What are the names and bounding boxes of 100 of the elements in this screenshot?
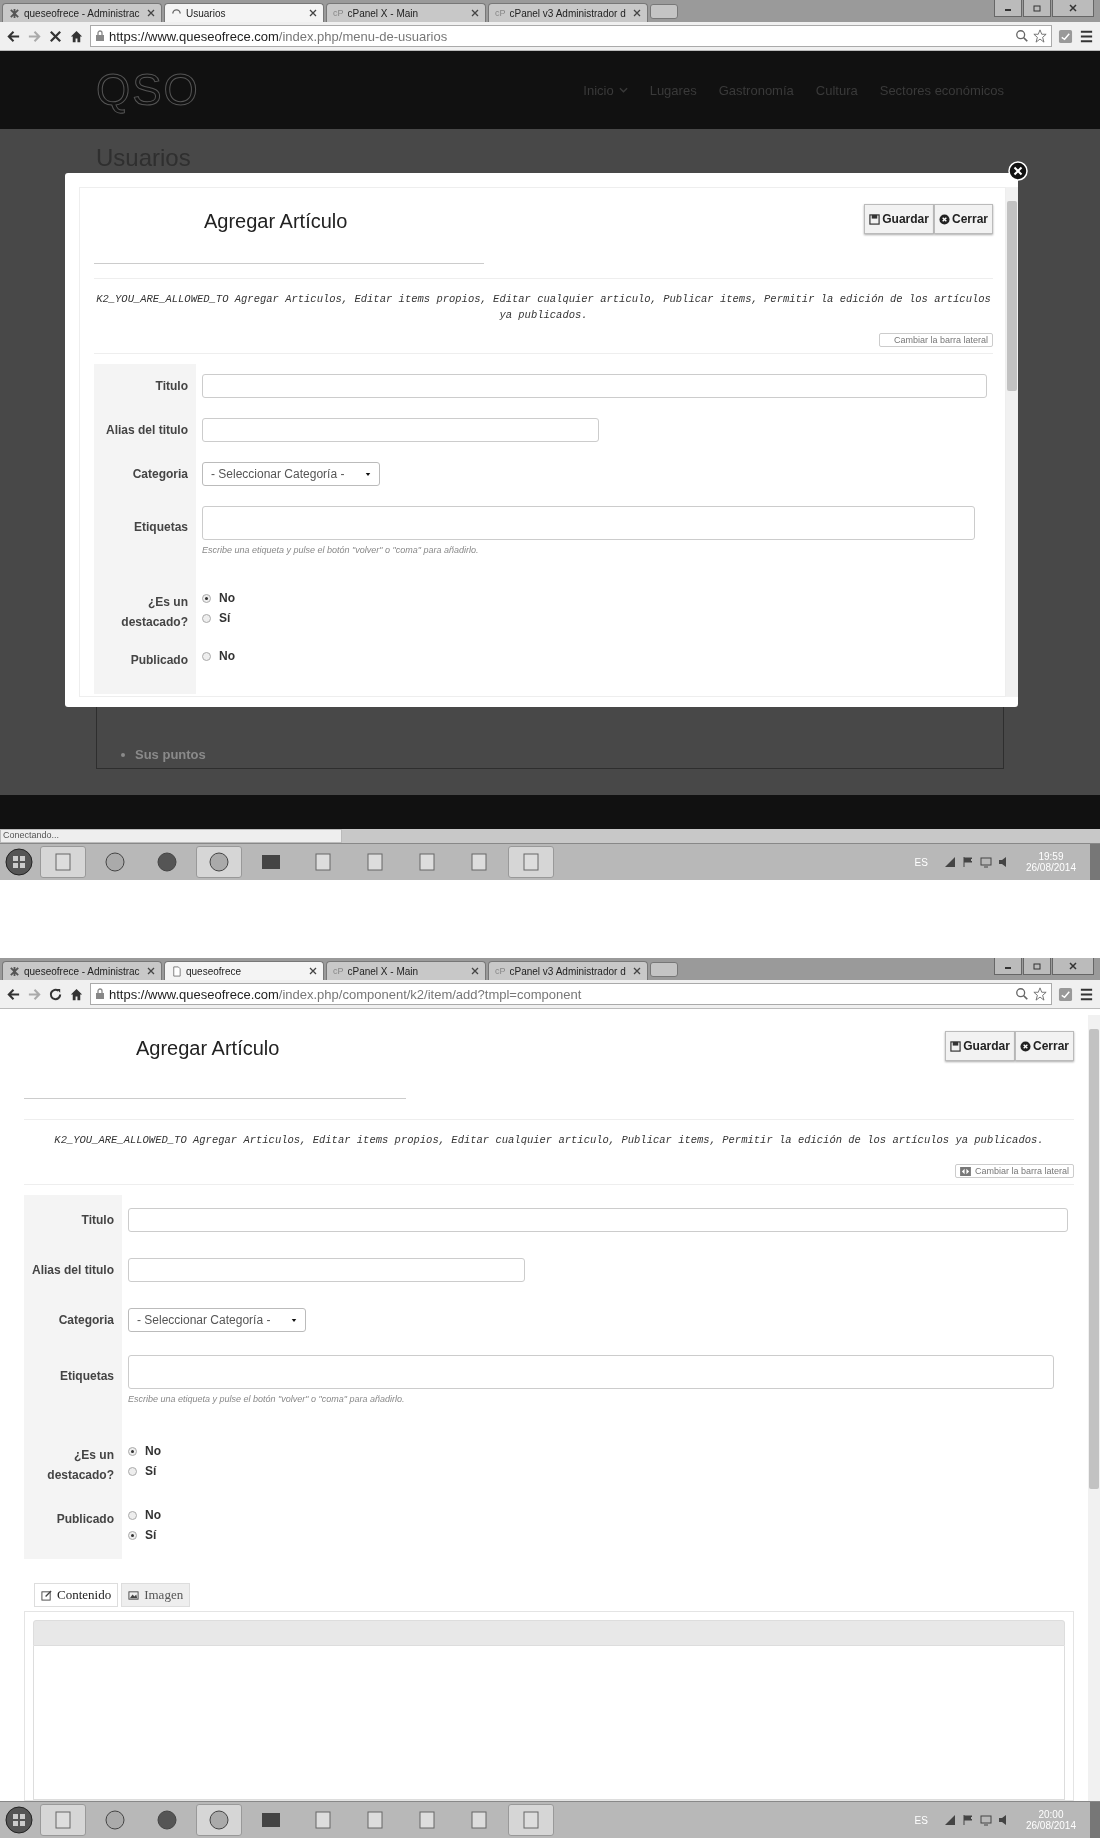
- browser-tab[interactable]: cP cPanel X - Main: [326, 961, 486, 980]
- flag-icon[interactable]: [961, 856, 974, 868]
- toolbar-button[interactable]: Guardar: [864, 204, 934, 234]
- app-icon[interactable]: [508, 846, 554, 878]
- globe-icon[interactable]: [196, 1804, 242, 1836]
- editor-tab[interactable]: Imagen: [121, 1583, 191, 1607]
- tags-field[interactable]: [202, 506, 976, 540]
- globe-icon[interactable]: [196, 846, 242, 878]
- restore-button[interactable]: [1023, 0, 1051, 17]
- status-text: Conectando...: [0, 829, 342, 843]
- minimize-button[interactable]: [994, 958, 1022, 975]
- toolbar-button[interactable]: Cerrar: [1014, 1031, 1074, 1061]
- favicon-text: cP: [333, 8, 344, 18]
- new-tab-button[interactable]: [650, 4, 678, 19]
- text-field[interactable]: [202, 418, 599, 442]
- permissions-notice: K2_YOU_ARE_ALLOWED_TO Agregar Articulos, Editar items propios, Editar cualquier articulo, Publicar items, Permitir la edición de los artículos ya publicados.: [24, 1119, 1074, 1148]
- network-icon[interactable]: [979, 856, 992, 868]
- favicon-text: cP: [495, 8, 506, 18]
- radio-option[interactable]: Sí: [128, 1463, 1068, 1479]
- menu-icon[interactable]: [1079, 986, 1094, 1002]
- list-item: Sus puntos: [135, 747, 206, 762]
- back-icon[interactable]: [6, 986, 21, 1002]
- tags-field[interactable]: [128, 1355, 1054, 1389]
- browser-tab[interactable]: queseofrece - Administrac: [2, 3, 162, 22]
- browser-tab[interactable]: Usuarios: [164, 3, 324, 22]
- start-button-icon[interactable]: [4, 847, 34, 877]
- field-label: Alias del titulo: [32, 1263, 114, 1277]
- close-icon: [1068, 962, 1078, 970]
- editor-tab[interactable]: Contenido: [34, 1583, 119, 1607]
- radio-option[interactable]: No: [128, 1443, 1068, 1459]
- zoom-icon[interactable]: [1015, 29, 1029, 43]
- radio-option[interactable]: Sí: [128, 1527, 1068, 1543]
- extension-icon[interactable]: [1058, 28, 1073, 44]
- minimize-button[interactable]: [994, 0, 1022, 17]
- save-icon: [869, 213, 881, 225]
- restore-button[interactable]: [1023, 958, 1051, 975]
- restore-icon: [1032, 962, 1042, 970]
- category-dropdown[interactable]: - Seleccionar Categoría -: [202, 462, 380, 486]
- close-window-button[interactable]: [1052, 958, 1094, 975]
- browser-tab[interactable]: queseofrece: [164, 961, 324, 980]
- category-dropdown[interactable]: - Seleccionar Categoría -: [128, 1308, 306, 1332]
- vertical-scrollbar[interactable]: [1088, 1015, 1100, 1801]
- home-icon[interactable]: [69, 986, 84, 1002]
- forward-icon[interactable]: [27, 28, 42, 44]
- stop-icon[interactable]: [48, 28, 63, 44]
- app-icon[interactable]: [508, 1804, 554, 1836]
- arrows-icon: [959, 1166, 971, 1176]
- text-field[interactable]: [128, 1208, 1068, 1232]
- radio-option[interactable]: Sí: [202, 610, 987, 626]
- field-label: Etiquetas: [134, 520, 188, 534]
- browser-tab[interactable]: cP cPanel X - Main: [326, 3, 486, 22]
- tray-icon[interactable]: [943, 856, 956, 868]
- browser-tab[interactable]: cP cPanel v3 Administrador d: [488, 961, 648, 980]
- extension-icon[interactable]: [1058, 986, 1073, 1002]
- page-icon: [171, 965, 182, 977]
- browser-tab[interactable]: cP cPanel v3 Administrador d: [488, 3, 648, 22]
- close-icon[interactable]: [633, 967, 641, 975]
- address-bar[interactable]: https://www.queseofrece.com/index.php/menu-de-usuarios: [90, 25, 1052, 47]
- close-icon[interactable]: [471, 967, 479, 975]
- close-icon[interactable]: [471, 9, 479, 17]
- radio-option[interactable]: No: [128, 1507, 1068, 1523]
- lock-icon: [95, 988, 105, 1000]
- new-tab-button[interactable]: [650, 962, 678, 977]
- star-icon[interactable]: [1033, 987, 1047, 1001]
- radio-option[interactable]: No: [202, 648, 987, 664]
- radio-option[interactable]: No: [202, 590, 987, 606]
- close-icon[interactable]: [147, 967, 155, 975]
- toolbar-button[interactable]: Guardar: [945, 1031, 1015, 1061]
- start-button-icon[interactable]: [4, 1805, 34, 1835]
- network-icon[interactable]: [979, 1814, 992, 1826]
- field-label: Etiquetas: [60, 1369, 114, 1383]
- text-field[interactable]: [128, 1258, 525, 1282]
- close-icon: [1019, 1040, 1031, 1052]
- sidebar-toggle-button[interactable]: Cambiar la barra lateral: [878, 333, 993, 347]
- flag-icon[interactable]: [961, 1814, 974, 1826]
- close-icon[interactable]: [633, 9, 641, 17]
- folder-icon[interactable]: [40, 1804, 86, 1836]
- menu-icon[interactable]: [1079, 28, 1094, 44]
- favicon-icon: [9, 7, 20, 19]
- form-title: Agregar Artículo: [136, 1037, 281, 1060]
- zoom-icon[interactable]: [1015, 987, 1029, 1001]
- tray-icon[interactable]: [943, 1814, 956, 1826]
- vertical-scrollbar[interactable]: [1006, 187, 1018, 697]
- forward-icon[interactable]: [27, 986, 42, 1002]
- close-icon[interactable]: [147, 9, 155, 17]
- browser-tab[interactable]: queseofrece - Administrac: [2, 961, 162, 980]
- reload-icon[interactable]: [48, 986, 63, 1002]
- close-icon[interactable]: [309, 9, 317, 17]
- close-icon[interactable]: [309, 967, 317, 975]
- toolbar-button[interactable]: Cerrar: [933, 204, 993, 234]
- field-label: ¿Es un destacado?: [120, 594, 188, 631]
- folder-icon[interactable]: [40, 846, 86, 878]
- star-icon[interactable]: [1033, 29, 1047, 43]
- address-bar[interactable]: https://www.queseofrece.com/index.php/component/k2/item/add?tmpl=component: [90, 983, 1052, 1005]
- horizontal-scrollbar[interactable]: [342, 829, 1100, 843]
- back-icon[interactable]: [6, 28, 21, 44]
- sidebar-toggle-button[interactable]: Cambiar la barra lateral: [954, 1164, 1074, 1178]
- text-field[interactable]: [202, 374, 987, 398]
- home-icon[interactable]: [69, 28, 84, 44]
- close-window-button[interactable]: [1052, 0, 1094, 17]
